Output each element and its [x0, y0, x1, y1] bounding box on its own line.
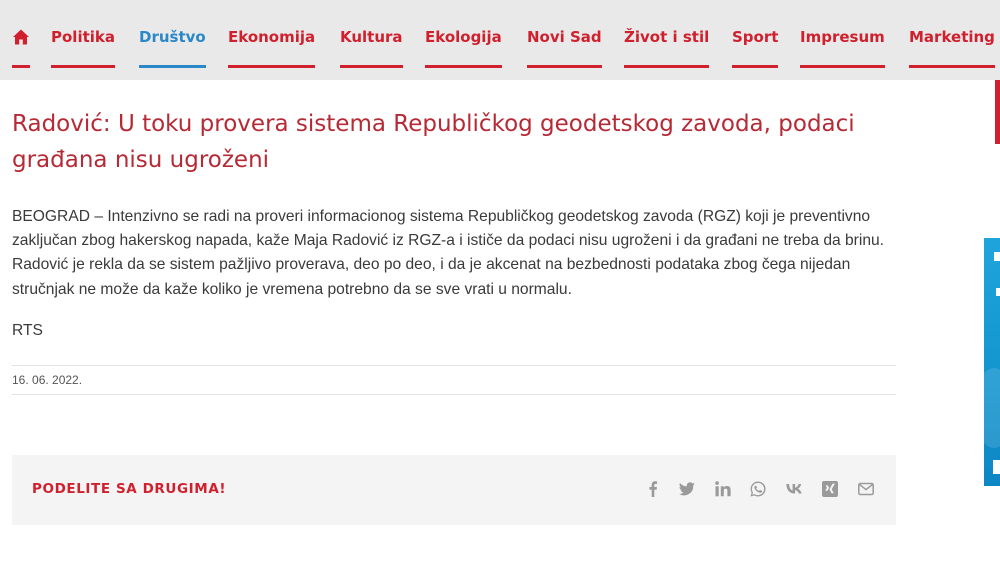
share-label: PODELITE SA DRUGIMA! [32, 481, 227, 497]
article-source: RTS [12, 322, 43, 339]
linkedin-icon[interactable] [714, 480, 732, 498]
nav-item-label: Društvo [139, 28, 206, 46]
ad-shape [996, 288, 1000, 296]
nav-item-kultura[interactable]: Kultura [340, 26, 403, 70]
article-date: 16. 06. 2022. [12, 373, 83, 387]
nav-item-underline [425, 65, 502, 68]
nav-item-underline [139, 65, 206, 68]
article-body: BEOGRAD – Intenzivno se radi na proveri … [12, 208, 885, 298]
side-advertisement[interactable] [984, 238, 1000, 486]
nav-item-underline [51, 65, 115, 68]
meta-divider-top [12, 365, 896, 366]
nav-item-marketing[interactable]: Marketing [909, 26, 995, 70]
side-banner-edge [995, 80, 1000, 144]
meta-divider-bottom [12, 394, 896, 395]
nav-item-underline [340, 65, 403, 68]
facebook-icon[interactable] [644, 480, 662, 498]
xing-icon[interactable] [821, 480, 839, 498]
ad-shape [993, 460, 1000, 474]
nav-item-underline [909, 65, 995, 68]
nav-item-label: Ekologija [425, 28, 502, 46]
nav-item-ekologija[interactable]: Ekologija [425, 26, 502, 70]
main-navigation: Politika Društvo Ekonomija Kultura Ekolo… [0, 0, 1000, 80]
nav-item-underline [800, 65, 885, 68]
article-title: Radović: U toku provera sistema Republič… [12, 111, 855, 173]
nav-item-underline [624, 65, 710, 68]
nav-item-underline [228, 65, 316, 68]
nav-item-sport[interactable]: Sport [732, 26, 779, 70]
share-box: PODELITE SA DRUGIMA! [12, 455, 896, 525]
nav-item-label: Sport [732, 28, 779, 46]
nav-item-novi-sad[interactable]: Novi Sad [527, 26, 602, 70]
nav-item-label: Impresum [800, 28, 885, 46]
nav-item-politika[interactable]: Politika [51, 26, 115, 70]
share-icons [644, 480, 876, 500]
nav-item-ekonomija[interactable]: Ekonomija [228, 26, 316, 70]
home-icon[interactable] [12, 28, 30, 46]
whatsapp-icon[interactable] [749, 480, 767, 498]
nav-item-label: Marketing [909, 28, 995, 46]
nav-item-label: Novi Sad [527, 28, 602, 46]
nav-item-drustvo[interactable]: Društvo [139, 26, 206, 70]
ad-shape [984, 368, 1000, 448]
nav-item-label: Kultura [340, 28, 403, 46]
email-icon[interactable] [857, 480, 875, 498]
nav-item-label: Politika [51, 28, 115, 46]
nav-item-label: Život i stil [624, 28, 710, 46]
nav-item-label: Ekonomija [228, 28, 316, 46]
vk-icon[interactable] [785, 480, 803, 498]
nav-item-zivot-i-stil[interactable]: Život i stil [624, 26, 710, 70]
home-underline [12, 65, 30, 68]
nav-item-underline [732, 65, 779, 68]
twitter-icon[interactable] [678, 480, 696, 498]
nav-item-impresum[interactable]: Impresum [800, 26, 885, 70]
ad-shape [994, 252, 1000, 261]
nav-item-underline [527, 65, 602, 68]
